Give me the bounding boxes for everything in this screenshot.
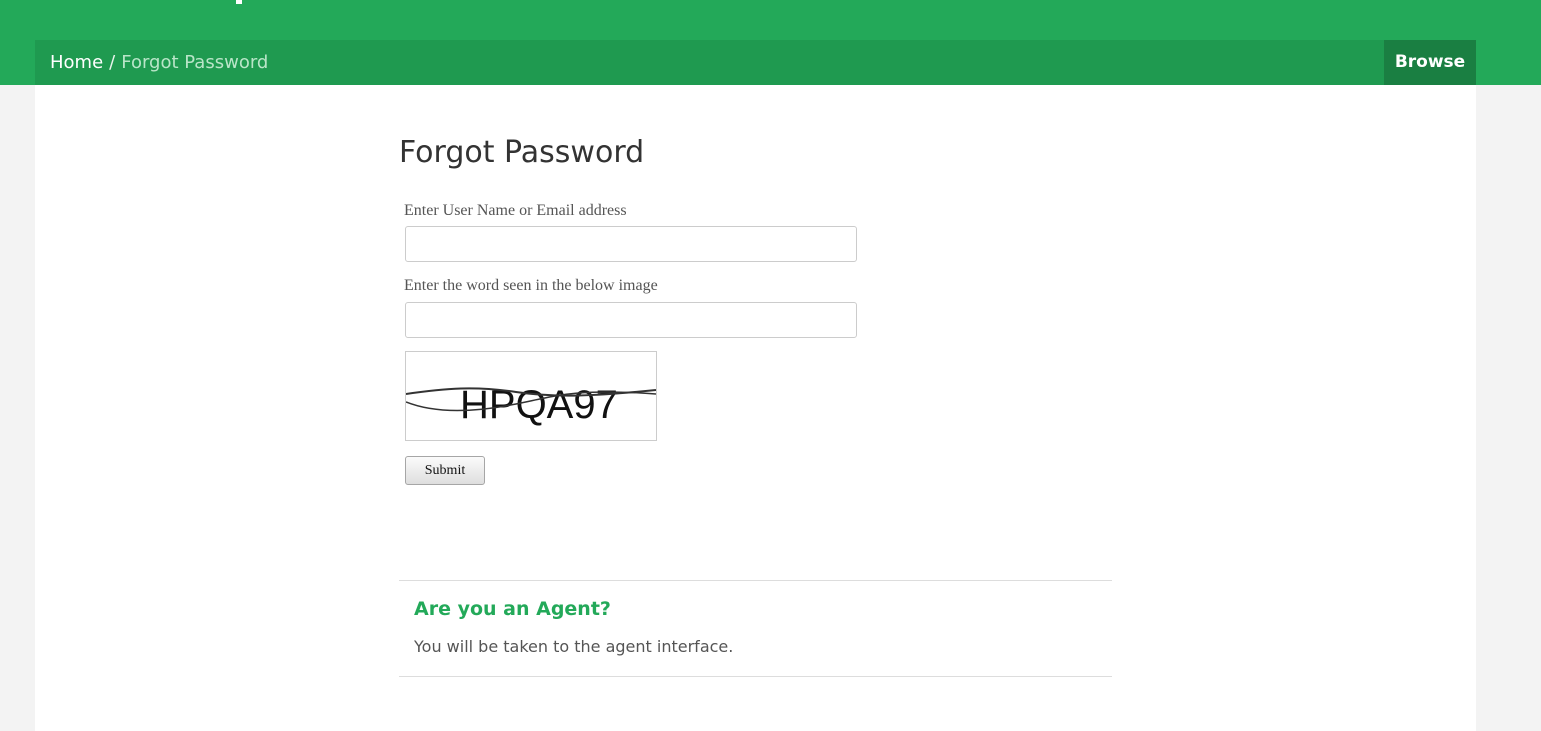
username-label: Enter User Name or Email address: [404, 202, 627, 219]
submit-button[interactable]: Submit: [405, 456, 485, 485]
breadcrumb: Home / Forgot Password: [50, 40, 268, 85]
agent-section: Are you an Agent? You will be taken to t…: [399, 580, 1112, 677]
captcha-label: Enter the word seen in the below image: [404, 277, 658, 294]
captcha-image: HPQA97: [405, 351, 657, 441]
username-input[interactable]: [405, 226, 857, 262]
page-title: Forgot Password: [399, 135, 645, 170]
captcha-input[interactable]: [405, 302, 857, 338]
browse-button[interactable]: Browse: [1384, 40, 1476, 85]
logo: [236, 0, 242, 4]
agent-description: You will be taken to the agent interface…: [414, 637, 734, 656]
breadcrumb-current: Forgot Password: [121, 52, 269, 73]
breadcrumb-separator: /: [109, 52, 116, 73]
agent-heading-link[interactable]: Are you an Agent?: [414, 598, 611, 620]
breadcrumb-home-link[interactable]: Home: [50, 52, 103, 73]
breadcrumb-bar: Home / Forgot Password Browse: [35, 40, 1476, 85]
main-content: Forgot Password Enter User Name or Email…: [35, 85, 1476, 731]
